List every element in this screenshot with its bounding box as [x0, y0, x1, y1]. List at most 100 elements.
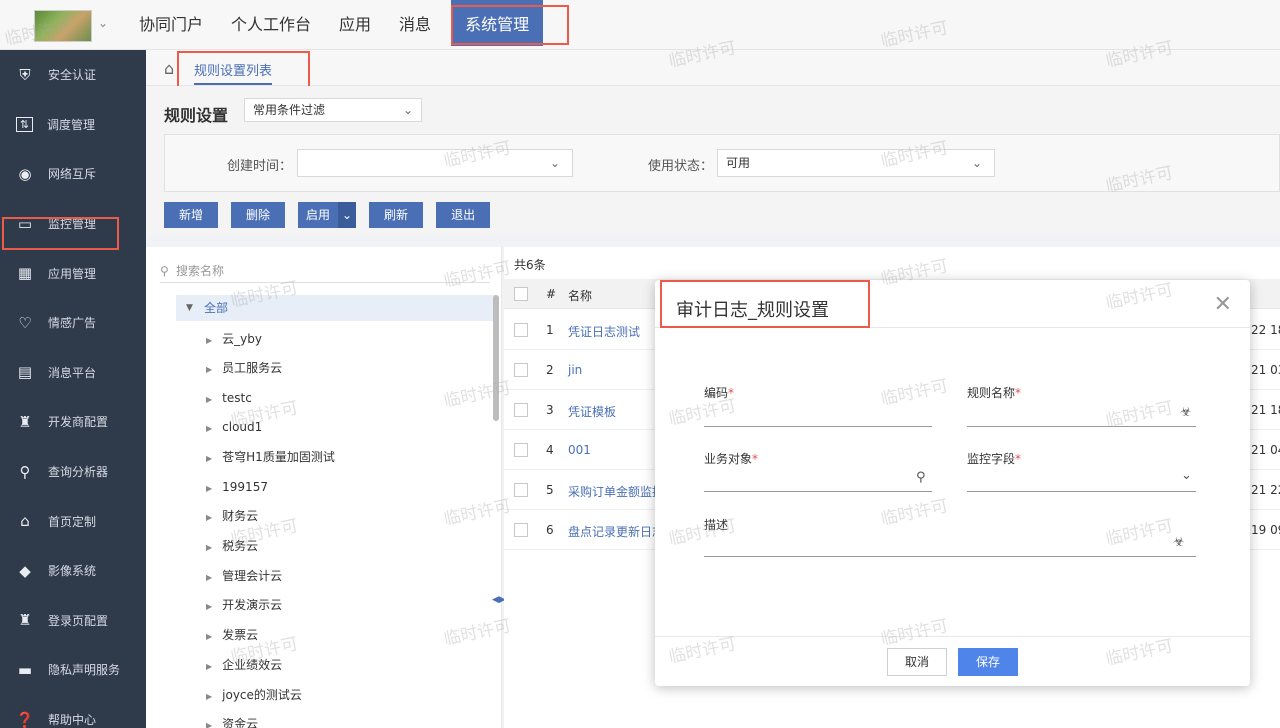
- chevron-down-icon[interactable]: ⌄: [338, 202, 357, 228]
- delete-button[interactable]: 删除: [231, 202, 286, 228]
- globe-icon[interactable]: ☣: [1173, 535, 1185, 550]
- select-all-checkbox[interactable]: [514, 287, 528, 301]
- row-name-link[interactable]: 盘点记录更新日志: [568, 523, 664, 540]
- nav-apps[interactable]: 应用: [325, 0, 385, 50]
- search-icon[interactable]: ⚲: [916, 470, 926, 485]
- tree-node[interactable]: ▶ 管理会计云: [206, 566, 282, 586]
- caret-right-icon[interactable]: ▶: [206, 484, 212, 493]
- nav-system-management[interactable]: 系统管理: [451, 0, 544, 46]
- rule-name-input[interactable]: [967, 426, 1196, 427]
- caret-right-icon[interactable]: ▶: [206, 454, 212, 463]
- sidebar-item-schedule[interactable]: ⇅ 调度管理: [0, 100, 146, 150]
- sidebar-item-network[interactable]: ◉ 网络互斥: [0, 149, 146, 199]
- row-checkbox[interactable]: [514, 363, 528, 377]
- nav-messages[interactable]: 消息: [385, 0, 445, 50]
- row-checkbox[interactable]: [514, 443, 528, 457]
- sidebar-item-developer[interactable]: ♜ 开发商配置: [0, 397, 146, 447]
- tree-node[interactable]: ▶ cloud1: [206, 417, 262, 437]
- tree-root[interactable]: ▼ 全部: [176, 295, 496, 321]
- chevron-down-icon[interactable]: ⌄: [98, 16, 108, 30]
- sidebar-item-apps[interactable]: ▦ 应用管理: [0, 248, 146, 298]
- row-checkbox[interactable]: [514, 323, 528, 337]
- sidebar-item-query[interactable]: ⚲ 查询分析器: [0, 447, 146, 497]
- sidebar-item-ads[interactable]: ♡ 情感广告: [0, 298, 146, 348]
- caret-right-icon[interactable]: ▶: [206, 662, 212, 671]
- created-time-select[interactable]: ⌄: [297, 149, 573, 177]
- status-select[interactable]: 可用 ⌄: [717, 149, 995, 177]
- add-button[interactable]: 新增: [164, 202, 219, 228]
- description-input[interactable]: [704, 556, 1196, 557]
- tree-node[interactable]: ▶ testc: [206, 388, 252, 408]
- caret-right-icon[interactable]: ▶: [206, 692, 212, 701]
- caret-down-icon[interactable]: ▼: [186, 295, 193, 321]
- sidebar-item-label: 情感广告: [48, 316, 97, 331]
- tree-node[interactable]: ▶ 发票云: [206, 625, 258, 645]
- sidebar-item-security[interactable]: ⛨ 安全认证: [0, 50, 146, 100]
- tree-node[interactable]: ▶ 财务云: [206, 506, 258, 526]
- sidebar-item-help[interactable]: ❓ 帮助中心: [0, 695, 146, 728]
- sidebar-item-login-config[interactable]: ♜ 登录页配置: [0, 596, 146, 646]
- code-input[interactable]: [704, 426, 932, 427]
- caret-right-icon[interactable]: ▶: [206, 365, 212, 374]
- caret-right-icon[interactable]: ▶: [206, 602, 212, 611]
- tree-node[interactable]: ▶ 199157: [206, 477, 268, 497]
- tree-node[interactable]: ▶ 税务云: [206, 536, 258, 556]
- tree-node[interactable]: ▶ joyce的测试云: [206, 685, 302, 705]
- business-object-label: 业务对象*: [704, 450, 758, 467]
- sidebar-item-privacy[interactable]: ▬ 隐私声明服务: [0, 645, 146, 695]
- home-icon[interactable]: ⌂: [164, 59, 174, 78]
- tree-node[interactable]: ▶ 资金云: [206, 714, 258, 728]
- required-mark: *: [1015, 386, 1022, 400]
- company-logo[interactable]: [34, 10, 92, 42]
- tree-node[interactable]: ▶ 企业绩效云: [206, 655, 282, 675]
- caret-right-icon[interactable]: ▶: [206, 543, 212, 552]
- globe-icon[interactable]: ☣: [1180, 405, 1192, 420]
- caret-right-icon[interactable]: ▶: [206, 513, 212, 522]
- row-checkbox[interactable]: [514, 523, 528, 537]
- search-icon: ⚲: [19, 462, 31, 481]
- apps-icon: ▦: [17, 264, 33, 283]
- tree-search-input[interactable]: ⚲ 搜索名称: [160, 261, 490, 283]
- sidebar-item-home[interactable]: ⌂ 首页定制: [0, 496, 146, 546]
- caret-right-icon[interactable]: ▶: [206, 395, 212, 404]
- caret-right-icon[interactable]: ▶: [206, 424, 212, 433]
- chevron-down-icon[interactable]: ⌄: [1181, 468, 1192, 483]
- refresh-button[interactable]: 刷新: [369, 202, 424, 228]
- breadcrumb-current[interactable]: 规则设置列表: [194, 60, 273, 85]
- cancel-button[interactable]: 取消: [887, 648, 947, 676]
- save-button[interactable]: 保存: [958, 648, 1018, 676]
- business-object-input[interactable]: [704, 491, 932, 492]
- tree-node[interactable]: ▶ 开发演示云: [206, 595, 282, 615]
- common-filter-value: 常用条件过滤: [253, 103, 326, 117]
- enable-button[interactable]: 启用 ⌄: [298, 202, 357, 228]
- tree-node[interactable]: ▶ 苍穹H1质量加固测试: [206, 447, 335, 467]
- sidebar-item-imaging[interactable]: ◆ 影像系统: [0, 546, 146, 596]
- row-name-link[interactable]: 凭证模板: [568, 403, 616, 420]
- heart-icon: ♡: [18, 313, 32, 332]
- row-checkbox[interactable]: [514, 483, 528, 497]
- caret-right-icon[interactable]: ▶: [206, 573, 212, 582]
- developer-icon: ♜: [18, 412, 32, 431]
- nav-portal[interactable]: 协同门户: [125, 0, 217, 50]
- tree-scrollbar[interactable]: [493, 295, 499, 421]
- sidebar-item-monitor[interactable]: ▭ 监控管理: [0, 199, 146, 249]
- enable-label[interactable]: 启用: [298, 202, 338, 228]
- row-name-link[interactable]: 采购订单金额监控: [568, 483, 664, 500]
- sidebar-item-messages[interactable]: ▤ 消息平台: [0, 348, 146, 398]
- column-header-name[interactable]: 名称: [568, 287, 592, 304]
- close-icon[interactable]: ✕: [1214, 292, 1232, 317]
- tree-node[interactable]: ▶ 员工服务云: [206, 358, 282, 378]
- row-checkbox[interactable]: [514, 403, 528, 417]
- divider: [655, 327, 1250, 328]
- row-name-link[interactable]: jin: [568, 363, 582, 377]
- caret-right-icon[interactable]: ▶: [206, 336, 212, 345]
- row-name-link[interactable]: 凭证日志测试: [568, 323, 640, 340]
- row-name-link[interactable]: 001: [568, 443, 591, 457]
- caret-right-icon[interactable]: ▶: [206, 721, 212, 728]
- nav-workbench[interactable]: 个人工作台: [217, 0, 325, 50]
- tree-node[interactable]: ▶ 云_yby: [206, 329, 262, 349]
- caret-right-icon[interactable]: ▶: [206, 632, 212, 641]
- exit-button[interactable]: 退出: [436, 202, 491, 228]
- monitor-field-select[interactable]: [967, 491, 1196, 492]
- common-filter-select[interactable]: 常用条件过滤 ⌄: [244, 98, 422, 122]
